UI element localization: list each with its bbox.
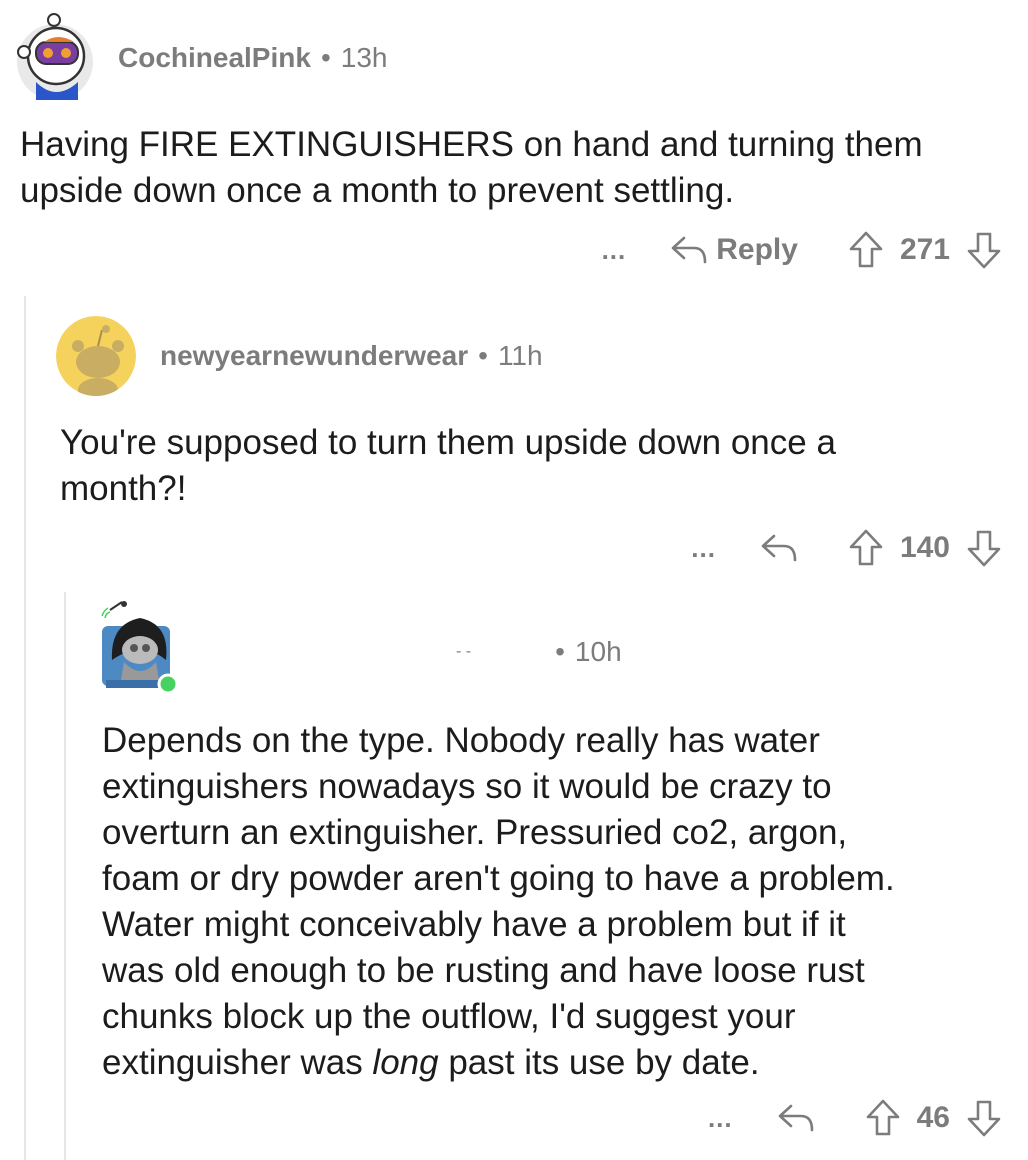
avatar[interactable] <box>56 316 136 396</box>
downvote-arrow-icon[interactable] <box>966 528 1002 568</box>
comment-meta: CochinealPink • 13h <box>118 42 387 74</box>
vote-score: 46 <box>916 1101 950 1134</box>
vote-score: 271 <box>899 233 950 266</box>
avatar[interactable] <box>96 600 182 696</box>
comment-actions: ... Reply 271 <box>602 228 1002 272</box>
comment-text-line: upside down once a month to prevent sett… <box>20 171 735 210</box>
reply-button[interactable]: Reply <box>670 233 798 267</box>
avatar[interactable] <box>14 12 96 100</box>
thread-line[interactable] <box>64 592 66 1160</box>
emphasized-text: long <box>372 1043 439 1082</box>
comment-body: Depends on the type. Nobody really has w… <box>102 718 1012 1086</box>
meta-separator: • <box>320 42 331 73</box>
comment-body: Having FIRE EXTINGUISHERS on hand and tu… <box>20 122 1020 214</box>
comment-text-line: chunks block up the outflow, I'd suggest… <box>102 997 796 1036</box>
more-options-button[interactable]: ... <box>708 1103 733 1134</box>
text-segment: extinguisher was <box>102 1043 373 1082</box>
meta-separator: • <box>478 340 488 371</box>
comment-text-line: was old enough to be rusting and have lo… <box>102 951 865 990</box>
vote-score: 140 <box>899 531 950 564</box>
meta-separator: • <box>555 636 565 667</box>
reply-arrow-icon <box>671 236 707 264</box>
comment-text-line: Depends on the type. Nobody really has w… <box>102 721 820 760</box>
reply-label: Reply <box>716 233 798 266</box>
upvote-arrow-icon[interactable] <box>848 230 884 270</box>
text-segment: past its use by date. <box>438 1043 760 1082</box>
reply-button[interactable] <box>777 1102 815 1134</box>
comment-text-line: extinguishers nowadays so it would be cr… <box>102 767 832 806</box>
comment-meta: - - • 10h <box>456 636 622 668</box>
comment-text-line: You're supposed to turn them upside down… <box>60 423 836 462</box>
reply-arrow-icon <box>778 1104 813 1132</box>
thread-line[interactable] <box>24 296 26 1160</box>
online-status-dot <box>157 673 179 695</box>
comment-text-line: Having FIRE EXTINGUISHERS on hand and tu… <box>20 125 923 164</box>
comment-text-line: extinguisher was long past its use by da… <box>102 1040 1012 1086</box>
comment-timestamp[interactable]: 13h <box>341 42 388 74</box>
downvote-arrow-icon[interactable] <box>966 1098 1002 1138</box>
comment-body: You're supposed to turn them upside down… <box>60 420 1000 512</box>
comment-timestamp[interactable]: 10h <box>575 636 622 668</box>
upvote-arrow-icon[interactable] <box>848 528 884 568</box>
default-snoo-avatar-icon <box>56 316 136 396</box>
more-options-button[interactable]: ... <box>602 235 627 266</box>
username-link[interactable]: newyearnewunderwear <box>160 340 468 372</box>
comment-meta: newyearnewunderwear • 11h <box>160 340 543 372</box>
comment-text-line: month?! <box>60 469 187 508</box>
comment-actions: ... 46 <box>708 1096 1002 1140</box>
downvote-arrow-icon[interactable] <box>966 230 1002 270</box>
astronaut-snoo-avatar-icon <box>17 13 93 100</box>
comment-text-line: overturn an extinguisher. Pressuried co2… <box>102 813 848 852</box>
upvote-arrow-icon[interactable] <box>865 1098 901 1138</box>
hooded-snoo-avatar-icon <box>101 601 179 695</box>
comment-actions: ... 140 <box>691 526 1002 570</box>
reply-arrow-icon <box>761 534 797 562</box>
comment-text-line: foam or dry powder aren't going to have … <box>102 859 895 898</box>
comment-timestamp[interactable]: 11h <box>498 340 543 372</box>
comment-text-line: Water might conceivably have a problem b… <box>102 905 846 944</box>
reply-button[interactable] <box>760 532 798 564</box>
username-placeholder-mark: - - <box>456 643 472 660</box>
username-link[interactable]: CochinealPink <box>118 42 311 74</box>
more-options-button[interactable]: ... <box>691 533 716 564</box>
